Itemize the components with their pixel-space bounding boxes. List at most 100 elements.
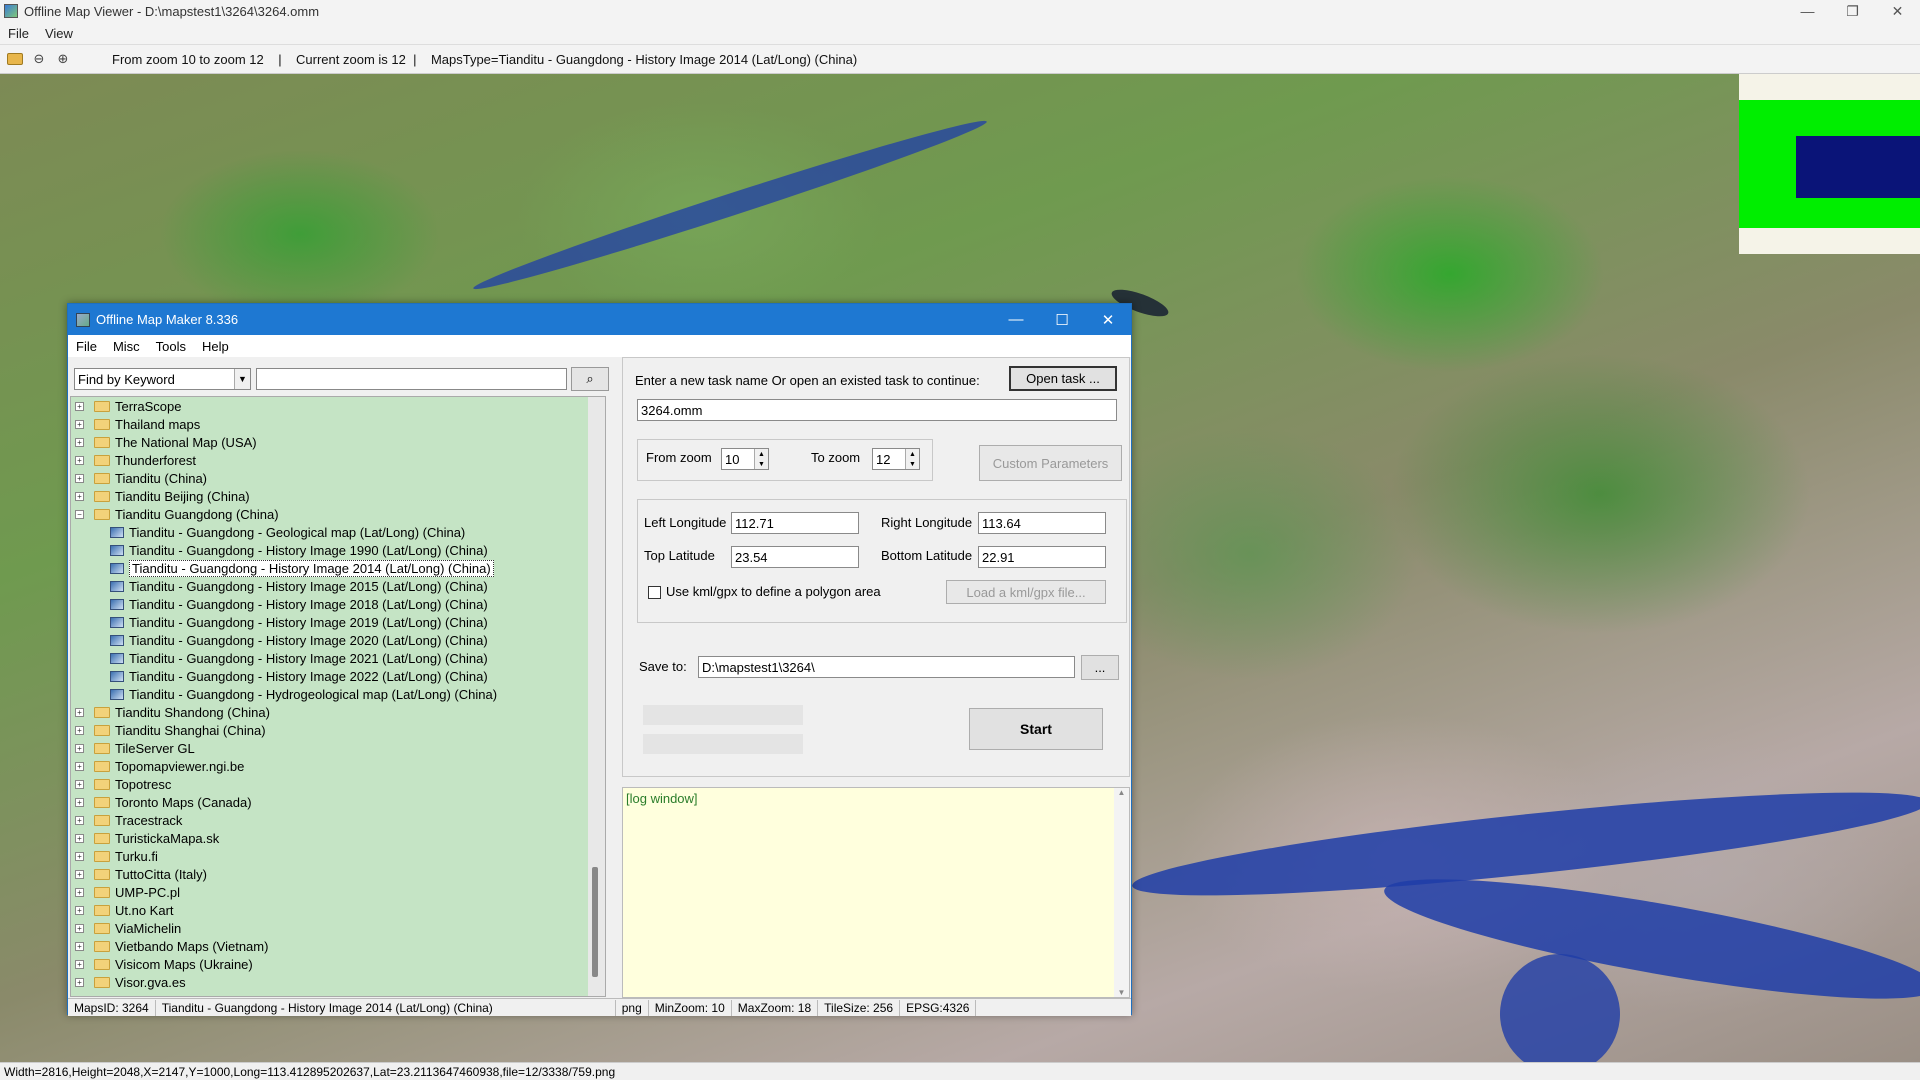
omm-menu-misc[interactable]: Misc xyxy=(105,339,148,354)
tree-folder-item[interactable]: + TuristickaMapa.sk xyxy=(71,829,605,847)
expand-icon[interactable]: + xyxy=(75,761,84,771)
expand-icon[interactable]: + xyxy=(75,491,84,501)
tree-map-item[interactable]: Tianditu - Guangdong - History Image 202… xyxy=(71,649,605,667)
right-longitude-input[interactable]: 113.64 xyxy=(978,512,1106,534)
tree-folder-item[interactable]: + TerraScope xyxy=(71,397,605,415)
zoom-in-icon[interactable]: ⊕ xyxy=(54,50,72,68)
search-button[interactable]: ⌕ xyxy=(571,367,609,391)
spin-up-icon[interactable]: ▲ xyxy=(905,449,919,459)
expand-icon[interactable]: + xyxy=(75,437,84,447)
omm-menu-help[interactable]: Help xyxy=(194,339,237,354)
tree-folder-item[interactable]: + Tianditu Beijing (China) xyxy=(71,487,605,505)
tree-folder-item[interactable]: + Thunderforest xyxy=(71,451,605,469)
expand-icon[interactable]: + xyxy=(75,869,84,879)
tree-folder-item[interactable]: + ViaMichelin xyxy=(71,919,605,937)
spin-up-icon[interactable]: ▲ xyxy=(754,449,768,459)
expand-icon[interactable]: + xyxy=(75,941,84,951)
omm-close-button[interactable]: ✕ xyxy=(1085,304,1131,335)
omm-minimize-button[interactable]: — xyxy=(993,304,1039,335)
tree-folder-item[interactable]: + TileServer GL xyxy=(71,739,605,757)
expand-icon[interactable]: + xyxy=(75,743,84,753)
expand-icon[interactable]: + xyxy=(75,707,84,717)
expand-icon[interactable]: + xyxy=(75,779,84,789)
save-path-input[interactable]: D:\mapstest1\3264\ xyxy=(698,656,1075,678)
tree-folder-item[interactable]: − Tianditu Guangdong (China) xyxy=(71,505,605,523)
tree-folder-item[interactable]: + Turku.fi xyxy=(71,847,605,865)
tree-folder-item[interactable]: + Toronto Maps (Canada) xyxy=(71,793,605,811)
expand-icon[interactable]: + xyxy=(75,887,84,897)
chevron-down-icon[interactable]: ▼ xyxy=(234,369,250,389)
expand-icon[interactable]: + xyxy=(75,905,84,915)
tree-folder-item[interactable]: + Vietbando Maps (Vietnam) xyxy=(71,937,605,955)
use-kml-checkbox[interactable] xyxy=(648,586,661,599)
minimap-viewport[interactable] xyxy=(1796,136,1920,198)
tree-map-item[interactable]: Tianditu - Guangdong - History Image 202… xyxy=(71,667,605,685)
tree-folder-item[interactable]: + Thailand maps xyxy=(71,415,605,433)
open-task-button[interactable]: Open task ... xyxy=(1009,366,1117,391)
expand-icon[interactable]: + xyxy=(75,455,84,465)
expand-icon[interactable]: + xyxy=(75,725,84,735)
log-window[interactable]: [log window] ▲ ▼ xyxy=(622,787,1130,998)
tree-folder-item[interactable]: + Tianditu Shandong (China) xyxy=(71,703,605,721)
tree-folder-item[interactable]: + Tianditu (China) xyxy=(71,469,605,487)
tree-map-item[interactable]: Tianditu - Guangdong - History Image 201… xyxy=(71,595,605,613)
tree-folder-item[interactable]: + Ut.no Kart xyxy=(71,901,605,919)
tree-folder-item[interactable]: + Tracestrack xyxy=(71,811,605,829)
spin-down-icon[interactable]: ▼ xyxy=(754,459,768,469)
tree-map-item[interactable]: Tianditu - Guangdong - Geological map (L… xyxy=(71,523,605,541)
expand-icon[interactable]: + xyxy=(75,977,84,987)
task-name-input[interactable]: 3264.omm xyxy=(637,399,1117,421)
minimap[interactable] xyxy=(1739,74,1920,254)
tree-map-item[interactable]: Tianditu - Guangdong - History Image 201… xyxy=(71,577,605,595)
log-scrollbar[interactable]: ▲ ▼ xyxy=(1114,788,1129,997)
scroll-down-icon[interactable]: ▼ xyxy=(1118,988,1126,997)
expand-icon[interactable]: + xyxy=(75,473,84,483)
tree-folder-item[interactable]: + Topomapviewer.ngi.be xyxy=(71,757,605,775)
omm-menu-tools[interactable]: Tools xyxy=(148,339,194,354)
tree-map-item[interactable]: Tianditu - Guangdong - History Image 201… xyxy=(71,613,605,631)
tree-folder-item[interactable]: + UMP-PC.pl xyxy=(71,883,605,901)
maximize-button[interactable]: ❐ xyxy=(1830,0,1875,22)
start-button[interactable]: Start xyxy=(969,708,1103,750)
tree-folder-item[interactable]: + Tianditu Shanghai (China) xyxy=(71,721,605,739)
maps-tree[interactable]: + TerraScope + Thailand maps + The National M… xyxy=(70,396,606,997)
close-button[interactable]: ✕ xyxy=(1875,0,1920,22)
menu-file[interactable]: File xyxy=(0,26,37,41)
tree-folder-item[interactable]: + TuttoCitta (Italy) xyxy=(71,865,605,883)
left-longitude-input[interactable]: 112.71 xyxy=(731,512,859,534)
spin-down-icon[interactable]: ▼ xyxy=(905,459,919,469)
from-zoom-spinner[interactable]: 10 ▲ ▼ xyxy=(721,448,769,470)
tree-map-item[interactable]: Tianditu - Guangdong - History Image 202… xyxy=(71,631,605,649)
top-latitude-input[interactable]: 23.54 xyxy=(731,546,859,568)
find-mode-select[interactable]: Find by Keyword ▼ xyxy=(74,368,251,390)
tree-folder-item[interactable]: + The National Map (USA) xyxy=(71,433,605,451)
expand-icon[interactable]: + xyxy=(75,797,84,807)
open-folder-icon[interactable] xyxy=(6,50,24,68)
expand-icon[interactable]: + xyxy=(75,401,84,411)
collapse-icon[interactable]: − xyxy=(75,509,84,519)
load-kml-button[interactable]: Load a kml/gpx file... xyxy=(946,580,1106,604)
tree-scroll-thumb[interactable] xyxy=(592,867,598,977)
tree-folder-item[interactable]: + Visor.gva.es xyxy=(71,973,605,991)
omm-maximize-button[interactable]: ☐ xyxy=(1039,304,1085,335)
to-zoom-spinner[interactable]: 12 ▲ ▼ xyxy=(872,448,920,470)
menu-view[interactable]: View xyxy=(37,26,81,41)
tree-map-item[interactable]: Tianditu - Guangdong - History Image 201… xyxy=(71,559,605,577)
tree-map-item[interactable]: Tianditu - Guangdong - History Image 199… xyxy=(71,541,605,559)
browse-button[interactable]: ... xyxy=(1081,655,1119,680)
bottom-latitude-input[interactable]: 22.91 xyxy=(978,546,1106,568)
expand-icon[interactable]: + xyxy=(75,815,84,825)
tree-folder-item[interactable]: + Topotresc xyxy=(71,775,605,793)
tree-scrollbar[interactable] xyxy=(588,397,605,996)
zoom-out-icon[interactable]: ⊖ xyxy=(30,50,48,68)
expand-icon[interactable]: + xyxy=(75,959,84,969)
expand-icon[interactable]: + xyxy=(75,851,84,861)
custom-parameters-button[interactable]: Custom Parameters xyxy=(979,445,1122,481)
omm-menu-file[interactable]: File xyxy=(68,339,105,354)
expand-icon[interactable]: + xyxy=(75,419,84,429)
expand-icon[interactable]: + xyxy=(75,833,84,843)
scroll-up-icon[interactable]: ▲ xyxy=(1118,788,1126,797)
search-input[interactable] xyxy=(256,368,567,390)
expand-icon[interactable]: + xyxy=(75,923,84,933)
minimize-button[interactable]: — xyxy=(1785,0,1830,22)
